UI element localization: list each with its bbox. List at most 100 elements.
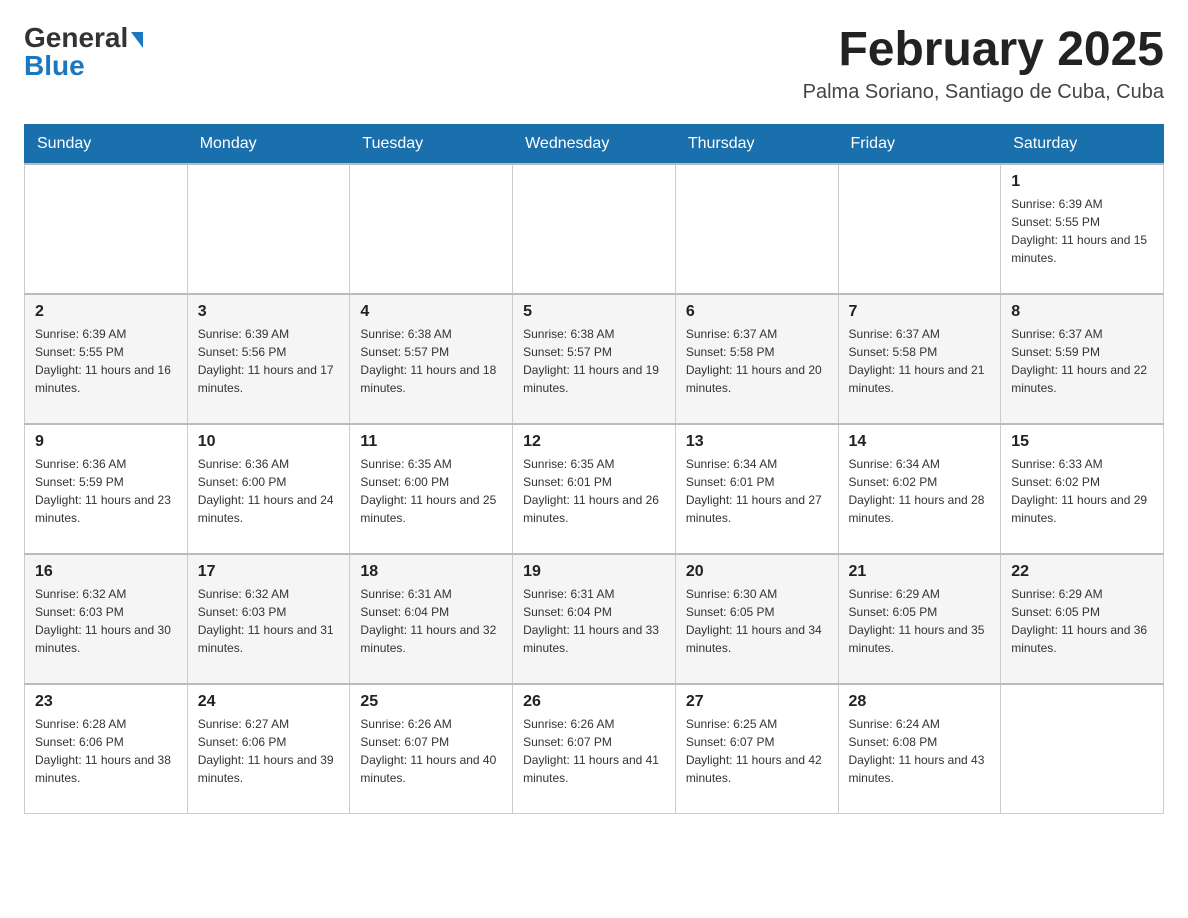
day-number: 26: [523, 693, 665, 711]
day-info: Sunrise: 6:34 AMSunset: 6:02 PMDaylight:…: [849, 455, 991, 527]
calendar-day-cell: 5 Sunrise: 6:38 AMSunset: 5:57 PMDaylight…: [513, 294, 676, 424]
calendar-day-cell: 15 Sunrise: 6:33 AMSunset: 6:02 PMDayligh…: [1001, 424, 1164, 554]
day-info: Sunrise: 6:32 AMSunset: 6:03 PMDaylight:…: [35, 585, 177, 657]
day-number: 6: [686, 303, 828, 321]
day-info: Sunrise: 6:27 AMSunset: 6:06 PMDaylight:…: [198, 715, 340, 787]
title-block: February 2025 Palma Soriano, Santiago de…: [803, 24, 1164, 104]
calendar-day-cell: 18 Sunrise: 6:31 AMSunset: 6:04 PMDayligh…: [350, 554, 513, 684]
calendar-day-cell: [1001, 684, 1164, 814]
calendar-day-cell: 23 Sunrise: 6:28 AMSunset: 6:06 PMDayligh…: [25, 684, 188, 814]
calendar-week-5: 23 Sunrise: 6:28 AMSunset: 6:06 PMDayligh…: [25, 684, 1164, 814]
day-info: Sunrise: 6:30 AMSunset: 6:05 PMDaylight:…: [686, 585, 828, 657]
day-info: Sunrise: 6:37 AMSunset: 5:59 PMDaylight:…: [1011, 325, 1153, 397]
header-wednesday: Wednesday: [513, 124, 676, 164]
day-info: Sunrise: 6:33 AMSunset: 6:02 PMDaylight:…: [1011, 455, 1153, 527]
logo-general-text: General: [24, 22, 128, 53]
calendar-week-1: 1Sunrise: 6:39 AMSunset: 5:55 PMDaylight…: [25, 164, 1164, 294]
day-number: 22: [1011, 563, 1153, 581]
day-info: Sunrise: 6:36 AMSunset: 6:00 PMDaylight:…: [198, 455, 340, 527]
calendar-day-cell: 13Sunrise: 6:34 AMSunset: 6:01 PMDayligh…: [675, 424, 838, 554]
day-info: Sunrise: 6:37 AMSunset: 5:58 PMDaylight:…: [849, 325, 991, 397]
day-info: Sunrise: 6:35 AMSunset: 6:00 PMDaylight:…: [360, 455, 502, 527]
logo-blue-text: Blue: [24, 52, 85, 80]
header-friday: Friday: [838, 124, 1001, 164]
calendar-day-cell: 24 Sunrise: 6:27 AMSunset: 6:06 PMDayligh…: [187, 684, 350, 814]
day-info: Sunrise: 6:31 AMSunset: 6:04 PMDaylight:…: [523, 585, 665, 657]
day-info: Sunrise: 6:24 AMSunset: 6:08 PMDaylight:…: [849, 715, 991, 787]
day-info: Sunrise: 6:35 AMSunset: 6:01 PMDaylight:…: [523, 455, 665, 527]
calendar-week-2: 2Sunrise: 6:39 AMSunset: 5:55 PMDaylight…: [25, 294, 1164, 424]
calendar-day-cell: 3Sunrise: 6:39 AMSunset: 5:56 PMDaylight…: [187, 294, 350, 424]
day-info: Sunrise: 6:36 AMSunset: 5:59 PMDaylight:…: [35, 455, 177, 527]
day-info: Sunrise: 6:34 AMSunset: 6:01 PMDaylight:…: [686, 455, 828, 527]
calendar-day-cell: 9 Sunrise: 6:36 AMSunset: 5:59 PMDaylight…: [25, 424, 188, 554]
day-number: 19: [523, 563, 665, 581]
calendar-day-cell: 8Sunrise: 6:37 AMSunset: 5:59 PMDaylight…: [1001, 294, 1164, 424]
calendar-week-4: 16 Sunrise: 6:32 AMSunset: 6:03 PMDayligh…: [25, 554, 1164, 684]
calendar-day-cell: 21Sunrise: 6:29 AMSunset: 6:05 PMDayligh…: [838, 554, 1001, 684]
day-number: 4: [360, 303, 502, 321]
page-header: General Blue February 2025 Palma Soriano…: [24, 24, 1164, 104]
calendar-day-cell: 11 Sunrise: 6:35 AMSunset: 6:00 PMDayligh…: [350, 424, 513, 554]
day-number: 10: [198, 433, 340, 451]
calendar-day-cell: 27Sunrise: 6:25 AMSunset: 6:07 PMDayligh…: [675, 684, 838, 814]
calendar-day-cell: 7 Sunrise: 6:37 AMSunset: 5:58 PMDaylight…: [838, 294, 1001, 424]
calendar-day-cell: 16 Sunrise: 6:32 AMSunset: 6:03 PMDayligh…: [25, 554, 188, 684]
calendar-day-cell: 25 Sunrise: 6:26 AMSunset: 6:07 PMDayligh…: [350, 684, 513, 814]
day-info: Sunrise: 6:39 AMSunset: 5:55 PMDaylight:…: [1011, 195, 1153, 267]
calendar-day-cell: 19 Sunrise: 6:31 AMSunset: 6:04 PMDayligh…: [513, 554, 676, 684]
day-info: Sunrise: 6:26 AMSunset: 6:07 PMDaylight:…: [523, 715, 665, 787]
logo-arrow-icon: [131, 32, 143, 48]
day-number: 9: [35, 433, 177, 451]
calendar-day-cell: 2Sunrise: 6:39 AMSunset: 5:55 PMDaylight…: [25, 294, 188, 424]
day-number: 14: [849, 433, 991, 451]
day-number: 21: [849, 563, 991, 581]
calendar-day-cell: [838, 164, 1001, 294]
location-subtitle: Palma Soriano, Santiago de Cuba, Cuba: [803, 81, 1164, 104]
day-info: Sunrise: 6:39 AMSunset: 5:56 PMDaylight:…: [198, 325, 340, 397]
day-info: Sunrise: 6:31 AMSunset: 6:04 PMDaylight:…: [360, 585, 502, 657]
calendar-day-cell: [350, 164, 513, 294]
day-number: 23: [35, 693, 177, 711]
day-info: Sunrise: 6:39 AMSunset: 5:55 PMDaylight:…: [35, 325, 177, 397]
calendar-day-cell: 17 Sunrise: 6:32 AMSunset: 6:03 PMDayligh…: [187, 554, 350, 684]
calendar-day-cell: [187, 164, 350, 294]
day-number: 20: [686, 563, 828, 581]
day-number: 28: [849, 693, 991, 711]
calendar-day-cell: 28 Sunrise: 6:24 AMSunset: 6:08 PMDayligh…: [838, 684, 1001, 814]
calendar-week-3: 9 Sunrise: 6:36 AMSunset: 5:59 PMDaylight…: [25, 424, 1164, 554]
day-number: 12: [523, 433, 665, 451]
day-number: 15: [1011, 433, 1153, 451]
calendar-day-cell: [25, 164, 188, 294]
logo: General Blue: [24, 24, 143, 80]
day-info: Sunrise: 6:28 AMSunset: 6:06 PMDaylight:…: [35, 715, 177, 787]
calendar-day-cell: 14 Sunrise: 6:34 AMSunset: 6:02 PMDayligh…: [838, 424, 1001, 554]
day-info: Sunrise: 6:37 AMSunset: 5:58 PMDaylight:…: [686, 325, 828, 397]
day-number: 25: [360, 693, 502, 711]
day-info: Sunrise: 6:26 AMSunset: 6:07 PMDaylight:…: [360, 715, 502, 787]
logo-top-line: General: [24, 24, 143, 52]
calendar-day-cell: 10 Sunrise: 6:36 AMSunset: 6:00 PMDayligh…: [187, 424, 350, 554]
calendar-day-cell: [675, 164, 838, 294]
header-thursday: Thursday: [675, 124, 838, 164]
day-info: Sunrise: 6:38 AMSunset: 5:57 PMDaylight:…: [523, 325, 665, 397]
day-number: 11: [360, 433, 502, 451]
day-number: 17: [198, 563, 340, 581]
day-info: Sunrise: 6:38 AMSunset: 5:57 PMDaylight:…: [360, 325, 502, 397]
day-number: 16: [35, 563, 177, 581]
header-tuesday: Tuesday: [350, 124, 513, 164]
day-info: Sunrise: 6:29 AMSunset: 6:05 PMDaylight:…: [1011, 585, 1153, 657]
calendar-day-cell: [513, 164, 676, 294]
day-info: Sunrise: 6:32 AMSunset: 6:03 PMDaylight:…: [198, 585, 340, 657]
calendar-table: Sunday Monday Tuesday Wednesday Thursday…: [24, 124, 1164, 815]
calendar-day-cell: 20 Sunrise: 6:30 AMSunset: 6:05 PMDayligh…: [675, 554, 838, 684]
day-number: 18: [360, 563, 502, 581]
calendar-day-cell: 12 Sunrise: 6:35 AMSunset: 6:01 PMDayligh…: [513, 424, 676, 554]
calendar-day-cell: 1Sunrise: 6:39 AMSunset: 5:55 PMDaylight…: [1001, 164, 1164, 294]
day-info: Sunrise: 6:25 AMSunset: 6:07 PMDaylight:…: [686, 715, 828, 787]
calendar-day-cell: 22 Sunrise: 6:29 AMSunset: 6:05 PMDayligh…: [1001, 554, 1164, 684]
header-monday: Monday: [187, 124, 350, 164]
day-number: 5: [523, 303, 665, 321]
day-number: 7: [849, 303, 991, 321]
day-number: 24: [198, 693, 340, 711]
